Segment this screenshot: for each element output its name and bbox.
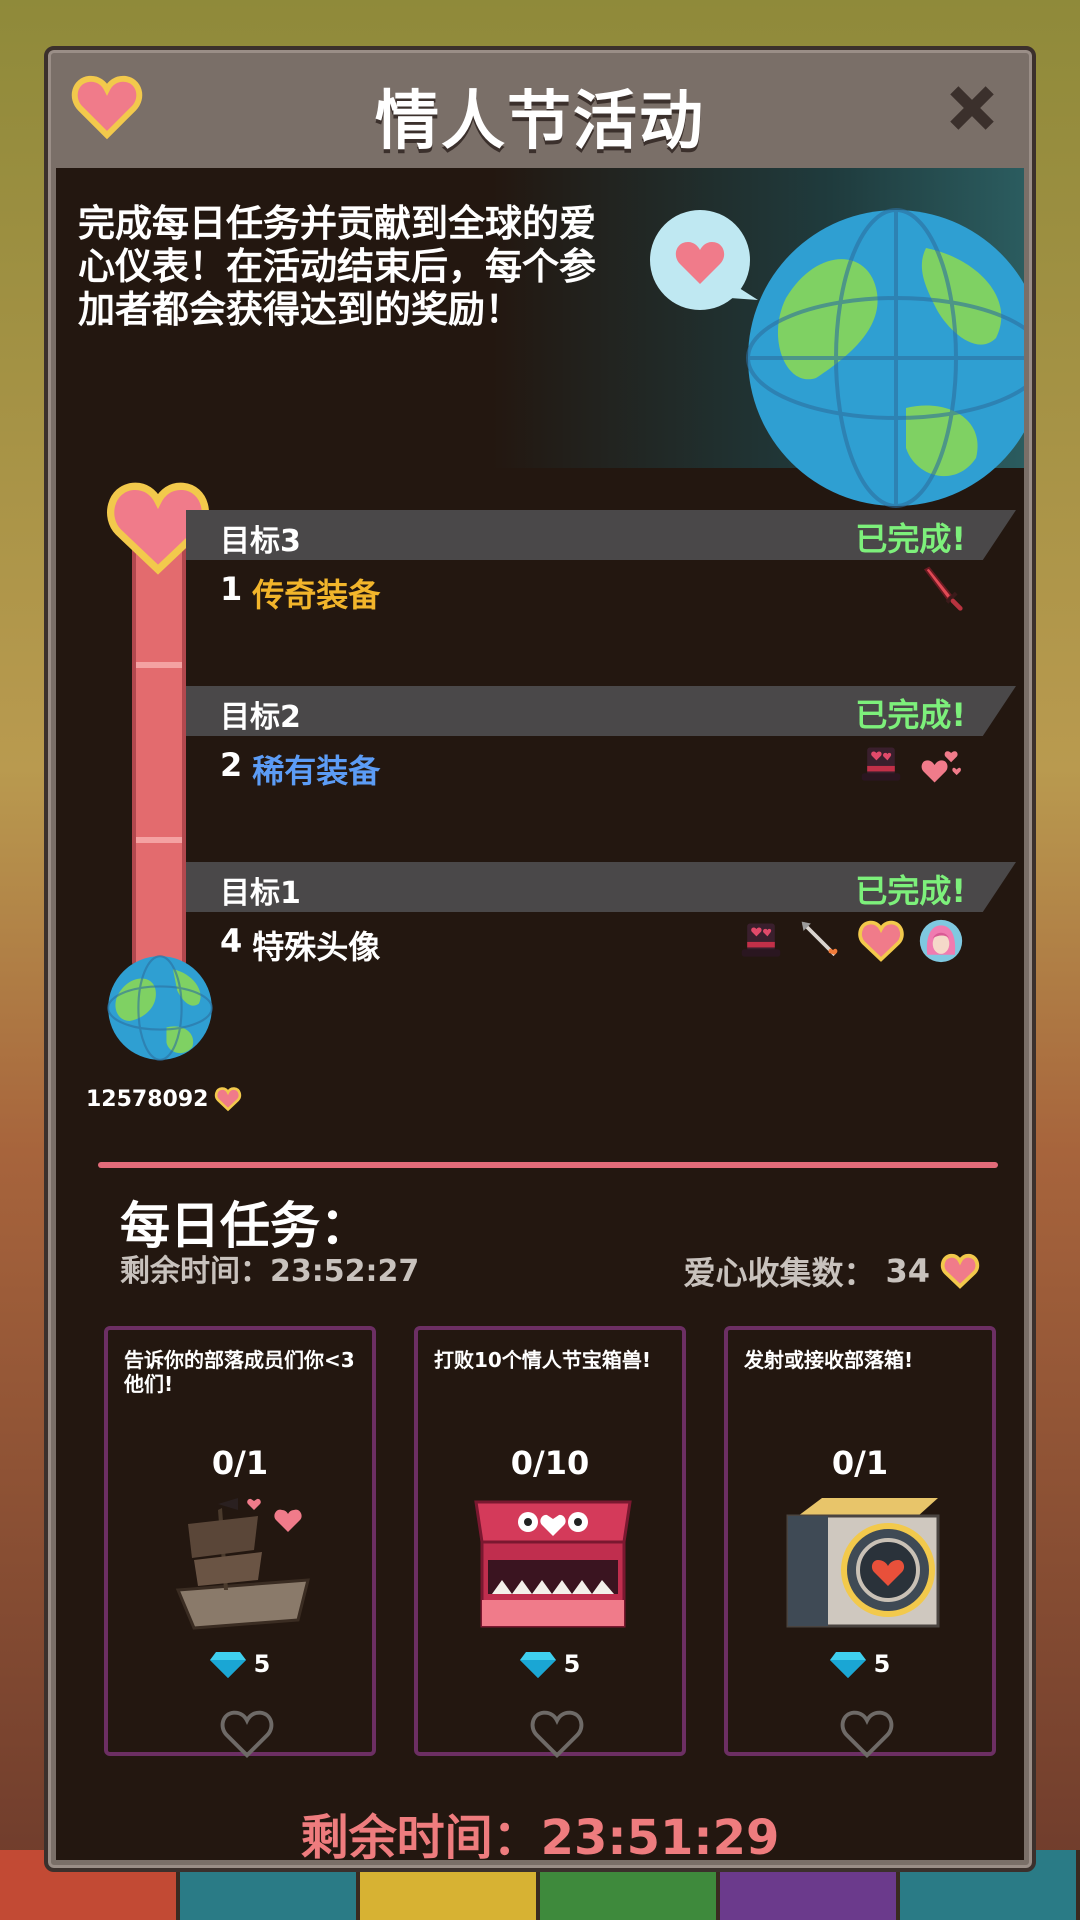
reward-count: 1 [220,570,243,608]
goal-reward: 1 传奇装备 [220,570,380,616]
goal-label: 目标2 [220,700,301,735]
task-card[interactable]: 发射或接收部落箱! 0/1 5 [724,1326,996,1759]
dialog-titlebar: 情人节活动 [48,50,1032,166]
reward-icons [858,742,964,788]
task-description: 发射或接收部落箱! [744,1348,914,1372]
globe-icon [746,208,1024,508]
dialog-content: 完成每日任务并贡献到全球的爱心仪表！在活动结束后，每个参加者都会获得达到的奖励！ [56,168,1024,1860]
daily-timer-value: 23:52:27 [270,1254,420,1289]
goal-row-3: 目标3 已完成! 1 传奇装备 [186,510,1016,660]
gem-icon [519,1652,556,1678]
task-description: 打败10个情人节宝箱兽! [434,1348,651,1372]
red-sword-icon [923,566,963,611]
dialog-title: 情人节活动 [375,85,705,159]
heart-icon [858,920,904,962]
goal-label: 目标3 [220,524,301,559]
reward-count: 2 [220,746,243,784]
meter-notch [136,837,182,843]
hero-banner: 完成每日任务并贡献到全球的爱心仪表！在活动结束后，每个参加者都会获得达到的奖励！ [56,168,1024,508]
reward-count: 4 [220,922,243,960]
event-end-timer-label: 剩余时间： [300,1810,541,1860]
goal-status: 已完成! [855,872,966,910]
global-heart-value: 12578092 [86,1086,209,1112]
reward-name: 稀有装备 [252,752,381,790]
intro-text: 完成每日任务并贡献到全球的爱心仪表！在活动结束后，每个参加者都会获得达到的奖励！ [78,202,596,331]
task-progress: 0/1 [211,1444,269,1482]
heart-outline-icon[interactable] [838,1706,896,1762]
goal-reward: 4 特殊头像 [220,922,380,968]
reward-name: 特殊头像 [252,928,381,966]
goal-status: 已完成! [855,696,966,734]
task-reward-value: 5 [873,1650,891,1678]
reward-name: 传奇装备 [252,576,381,614]
goal-row-2: 目标2 已完成! 2 稀有装备 [186,686,1016,836]
task-card[interactable]: 打败10个情人节宝箱兽! 0/10 5 [414,1326,686,1759]
task-progress: 0/10 [510,1444,590,1482]
meter-notch [136,662,182,668]
task-progress: 0/1 [831,1444,889,1482]
task-reward-value: 5 [253,1650,271,1678]
daily-timer-label: 剩余时间： [120,1254,270,1289]
reward-icons [918,566,964,612]
pirate-ship-hearts-icon [175,1498,310,1630]
event-dialog: 情人节活动 完成每日任务并贡献到全球的爱心仪表！在活动结束后，每个参加者都会获得… [44,46,1036,1872]
valentine-chest-monster-icon [474,1500,632,1628]
daily-timer: 剩余时间：23:52:27 [120,1246,419,1290]
clan-crate-icon [786,1498,940,1628]
task-reward-value: 5 [563,1650,581,1678]
task-reward: 5 [108,1650,372,1678]
heart-top-hat-icon [861,747,901,781]
cupid-arrow-icon [801,921,838,957]
event-end-timer-value: 23:51:29 [540,1810,780,1860]
hearts-collected: 爱心收集数： 34 [683,1248,980,1294]
heart-icon [215,1087,242,1112]
task-reward: 5 [418,1650,682,1678]
pink-hair-avatar-icon [919,919,963,963]
close-icon[interactable] [938,74,1006,142]
goal-status: 已完成! [855,520,966,558]
hearts-collected-value: 34 [885,1252,930,1290]
task-card[interactable]: 告诉你的部落成员们你<3他们! 0/1 5 [104,1326,376,1759]
global-heart-score: 12578092 [86,1086,242,1112]
event-end-timer: 剩余时间：23:51:29 [56,1798,1024,1860]
reward-icons [738,918,964,964]
goal-reward: 2 稀有装备 [220,746,380,792]
section-divider [98,1162,998,1168]
heart-icon [940,1253,980,1289]
gem-icon [829,1652,866,1678]
task-reward: 5 [728,1650,992,1678]
gem-icon [209,1652,246,1678]
goal-row-1: 目标1 已完成! 4 特殊头像 [186,862,1016,1012]
heart-outline-icon[interactable] [218,1706,276,1762]
floating-hearts-icon [921,751,961,783]
task-description: 告诉你的部落成员们你<3他们! [124,1348,355,1396]
heart-outline-icon[interactable] [528,1706,586,1762]
heart-top-hat-icon [741,923,781,957]
hearts-collected-label: 爱心收集数： [683,1254,876,1292]
goal-label: 目标1 [220,876,301,911]
